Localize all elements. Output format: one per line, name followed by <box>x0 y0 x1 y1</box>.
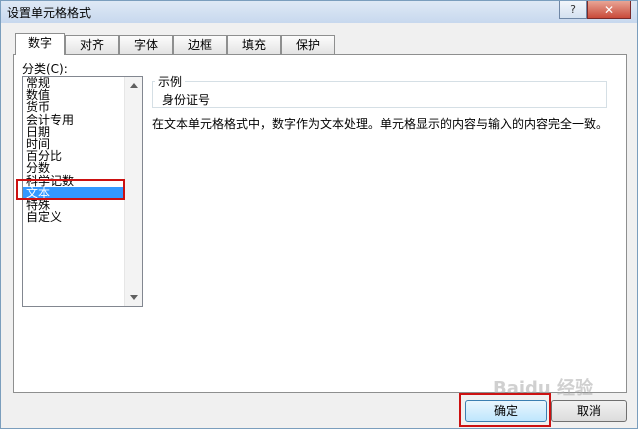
category-label: 分类(C): <box>22 62 68 76</box>
help-button[interactable]: ? <box>559 1 587 19</box>
sample-label: 示例 <box>155 73 186 90</box>
category-item-accounting[interactable]: 会计专用 <box>23 113 126 126</box>
format-description: 在文本单元格格式中，数字作为文本处理。单元格显示的内容与输入的内容完全一致。 <box>152 117 609 131</box>
tab-fill[interactable]: 填充 <box>227 35 281 54</box>
help-icon: ? <box>570 3 576 16</box>
scroll-down-icon[interactable] <box>130 295 138 300</box>
tab-font[interactable]: 字体 <box>119 35 173 54</box>
title-buttons: ? ✕ <box>559 1 631 19</box>
category-scrollbar[interactable] <box>124 77 142 306</box>
tab-alignment[interactable]: 对齐 <box>65 35 119 54</box>
tab-border[interactable]: 边框 <box>173 35 227 54</box>
tab-protection[interactable]: 保护 <box>281 35 335 54</box>
cancel-button[interactable]: 取消 <box>551 400 627 422</box>
sample-value: 身份证号 <box>162 93 211 107</box>
category-item-fraction[interactable]: 分数 <box>23 162 126 174</box>
ok-button[interactable]: 确定 <box>465 400 547 422</box>
category-item-currency[interactable]: 货币 <box>23 101 126 113</box>
title-bar: 设置单元格格式 ? ✕ <box>1 1 637 23</box>
sample-group <box>152 81 607 108</box>
close-button[interactable]: ✕ <box>587 1 631 19</box>
category-item-scientific[interactable]: 科学记数 <box>23 174 126 187</box>
category-item-custom[interactable]: 自定义 <box>23 211 126 223</box>
scroll-up-icon[interactable] <box>130 83 138 88</box>
category-items: 常规 数值 货币 会计专用 日期 时间 百分比 分数 科学记数 文本 特殊 自定… <box>23 77 126 223</box>
category-list[interactable]: 常规 数值 货币 会计专用 日期 时间 百分比 分数 科学记数 文本 特殊 自定… <box>22 76 143 307</box>
tab-number[interactable]: 数字 <box>15 33 65 55</box>
dialog-title: 设置单元格格式 <box>7 6 92 20</box>
close-icon: ✕ <box>603 2 615 17</box>
tab-panel: 分类(C): 常规 数值 货币 会计专用 日期 时间 百分比 分数 科学记数 文… <box>13 54 627 393</box>
format-cells-dialog: 设置单元格格式 ? ✕ 数字 对齐 字体 边框 填充 保护 分类(C): 常规 … <box>0 0 638 429</box>
